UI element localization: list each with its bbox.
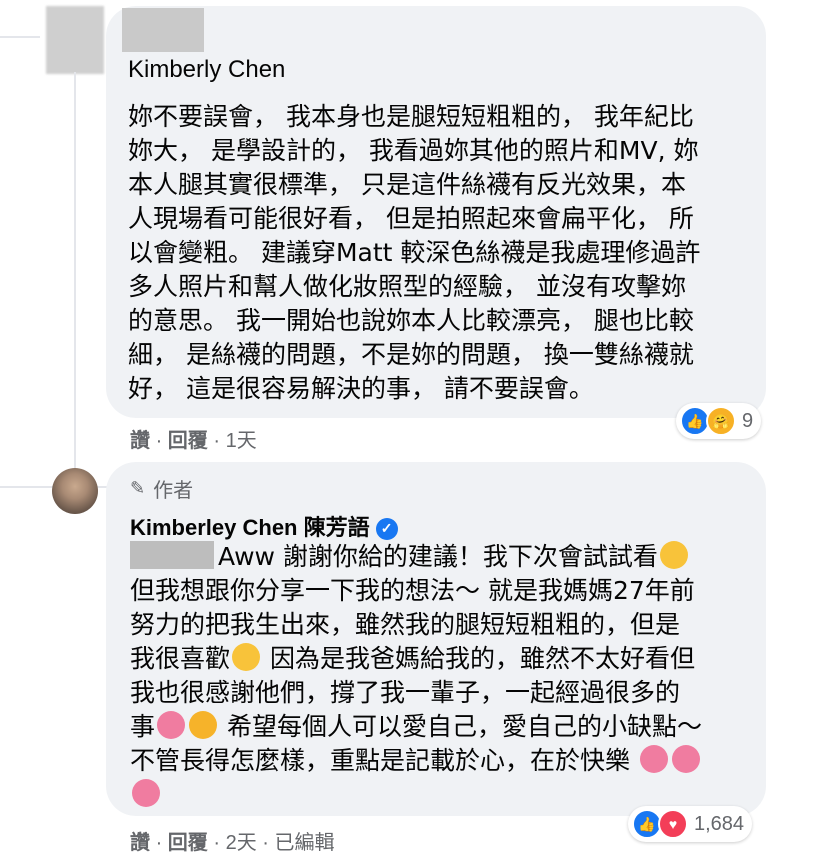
smile-emoji-icon <box>659 541 688 569</box>
author-badge-label: 作者 <box>153 480 194 502</box>
comment-line: Aww 謝謝你給的建議！我下次會試試看 <box>218 542 658 571</box>
reaction-summary[interactable]: 👍 ♥ 1,684 <box>628 806 753 842</box>
comment-line: 我很喜歡 <box>130 644 231 673</box>
separator: · <box>213 832 221 854</box>
comment-line: 人現場看可能很好看， 但是拍照起來會扁平化， 所 <box>128 204 694 233</box>
author-name[interactable]: Kimberley Chen 陳芳語 <box>130 515 370 540</box>
comment-line: 本人腿其實很標準， 只是這件絲襪有反光效果，本 <box>128 170 686 199</box>
separator: · <box>155 832 163 854</box>
timestamp[interactable]: 1天 <box>226 424 257 453</box>
separator: · <box>262 832 269 854</box>
separator: · <box>213 430 221 452</box>
avatar[interactable] <box>52 468 98 514</box>
like-button[interactable]: 讚 <box>130 826 150 855</box>
like-button[interactable]: 讚 <box>130 424 150 453</box>
hearts-emoji-icon <box>157 711 186 739</box>
hearts-emoji-icon <box>671 745 700 773</box>
hearts-emoji-icon <box>639 745 668 773</box>
thread-connector <box>0 36 40 38</box>
comment-line: 努力的把我生出來，雖然我的腿短短粗粗的，但是 <box>130 610 681 639</box>
comment-text: Aww 謝謝你給的建議！我下次會試試看 但我想跟你分享一下我的想法～ 就是我媽媽… <box>130 540 702 812</box>
hearts-emoji-icon <box>132 779 160 807</box>
comment-line: 事 <box>130 712 156 741</box>
comment-line: 的意思。 我一開始也說妳本人比較漂亮， 腿也比較 <box>128 306 694 335</box>
pencil-icon: ✎ <box>130 478 146 498</box>
comment-line: 細， 是絲襪的問題，不是妳的問題， 換一雙絲襪就 <box>128 340 694 369</box>
verified-icon: ✓ <box>375 517 398 540</box>
timestamp[interactable]: 2天 <box>226 826 257 855</box>
edited-label[interactable]: 已編輯 <box>275 826 335 855</box>
reply-button[interactable]: 回覆 <box>168 826 208 855</box>
reply-button[interactable]: 回覆 <box>168 424 208 453</box>
comment-author[interactable]: Kimberley Chen 陳芳語 ✓ <box>130 510 398 542</box>
comment-text: 妳不要誤會， 我本身也是腿短短粗粗的， 我年紀比 妳大， 是學設計的， 我看過妳… <box>128 100 700 406</box>
comment-line: 因為是我爸媽給我的，雖然不太好看但 <box>262 644 695 673</box>
care-icon: 🤗 <box>706 406 736 436</box>
blurred-avatar <box>46 6 104 74</box>
comment-line: 但我想跟你分享一下我的想法～ 就是我媽媽27年前 <box>130 576 695 605</box>
comment-line: 不管長得怎麼樣，重點是記載於心，在於快樂 <box>130 746 638 775</box>
thread-line <box>74 72 76 486</box>
laugh-emoji-icon <box>189 711 218 739</box>
redacted-block <box>122 8 204 52</box>
smile-emoji-icon <box>232 643 261 671</box>
comment-line: 妳不要誤會， 我本身也是腿短短粗粗的， 我年紀比 <box>128 102 694 131</box>
redacted-mention <box>130 541 214 569</box>
reaction-summary[interactable]: 👍 🤗 9 <box>676 403 762 439</box>
author-badge: ✎ 作者 <box>130 474 193 503</box>
comment-actions: 讚 · 回覆 · 2天 · 已編輯 <box>130 826 335 855</box>
comment-line: 多人照片和幫人做化妝照型的經驗， 並沒有攻擊妳 <box>128 272 686 301</box>
separator: · <box>155 430 163 452</box>
comment-line: 好， 這是很容易解決的事， 請不要誤會。 <box>128 374 594 403</box>
comment-line: 我也很感謝他們，撐了我一輩子，一起經過很多的 <box>130 678 681 707</box>
love-icon: ♥ <box>658 809 688 839</box>
comment-author[interactable]: Kimberly Chen <box>128 56 285 84</box>
comment-line: 以會變粗。 建議穿Matt 較深色絲襪是我處理修過許 <box>128 238 701 267</box>
comment-line: 妳大， 是學設計的， 我看過妳其他的照片和MV, 妳 <box>128 136 699 165</box>
comment-actions: 讚 · 回覆 · 1天 <box>130 424 257 453</box>
reaction-count: 1,684 <box>694 812 745 835</box>
comment-line: 希望每個人可以愛自己，愛自己的小缺點～ <box>219 712 702 741</box>
reaction-count: 9 <box>742 409 754 432</box>
